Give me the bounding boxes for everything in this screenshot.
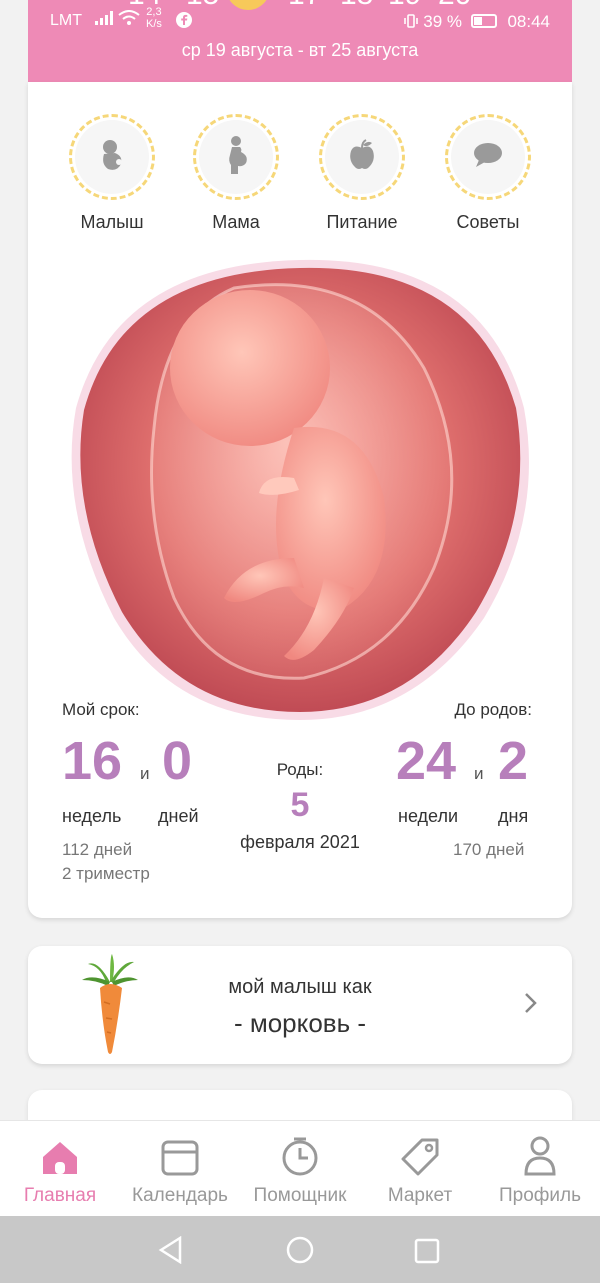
until-days-unit: дня [498, 806, 529, 826]
home-icon [41, 1140, 79, 1181]
nav-market[interactable]: Маркет [360, 1121, 480, 1217]
category-nutrition-label: Питание [326, 212, 398, 232]
date-range: ср 19 августа - вт 25 августа [181, 40, 419, 60]
due-label: Роды: [276, 760, 324, 779]
size-line1: мой малыш как [228, 976, 372, 998]
home-circle-icon[interactable] [286, 1236, 314, 1269]
category-baby[interactable]: Малыш [62, 114, 162, 233]
net-speed-value: 2,3 [146, 6, 162, 18]
category-baby-label: Малыш [80, 212, 144, 232]
nav-profile[interactable]: Профиль [480, 1121, 600, 1217]
nav-helper[interactable]: Помощник [240, 1121, 360, 1217]
chevron-right-icon [524, 992, 538, 1019]
week-strip[interactable]: 14 15 16 17 18 19 20 [28, 0, 572, 11]
chat-bubble-icon [473, 142, 503, 173]
nav-helper-label: Помощник [253, 1185, 347, 1206]
facebook-icon [176, 12, 192, 33]
clock: 08:44 [507, 12, 550, 31]
category-nutrition[interactable]: Питание [312, 114, 412, 233]
tag-icon [400, 1138, 440, 1181]
baby-size-card[interactable]: мой малыш как - морковь - [28, 946, 572, 1064]
category-tips-label: Советы [456, 212, 520, 232]
until-weeks: 24 [396, 731, 457, 791]
until-days: 2 [498, 731, 529, 791]
until-and: и [474, 764, 484, 783]
battery-percent: 39 % [423, 12, 462, 31]
until-total-days: 170 дней [453, 840, 525, 859]
top-header: 14 15 16 17 18 19 20 LMT 2,3 K/s 39 % 08… [28, 0, 572, 82]
nav-home-label: Главная [23, 1185, 97, 1206]
nav-market-label: Маркет [387, 1185, 453, 1206]
recents-icon[interactable] [414, 1238, 440, 1269]
fetus-illustration[interactable] [64, 258, 536, 724]
carrier-label: LMT [50, 12, 82, 29]
category-mom[interactable]: Мама [186, 114, 286, 233]
category-mom-label: Мама [212, 212, 260, 232]
until-weeks-unit: недели [398, 806, 459, 826]
until-label: До родов: [454, 700, 532, 719]
term-label: Мой срок: [62, 700, 140, 719]
wifi-icon [118, 10, 140, 31]
net-speed: 2,3 K/s [146, 6, 162, 30]
pregnant-mom-icon [222, 135, 250, 180]
timer-icon [281, 1136, 319, 1181]
bottom-nav: Главная Календарь Помощник Маркет Профил… [0, 1120, 600, 1216]
nav-calendar-label: Календарь [132, 1185, 228, 1206]
nav-calendar[interactable]: Календарь [120, 1121, 240, 1217]
battery-icon [470, 14, 497, 28]
baby-icon [97, 138, 127, 177]
due-day: 5 [290, 786, 310, 824]
system-nav-bar [0, 1216, 600, 1283]
status-right: 39 % 08:44 [403, 12, 550, 32]
back-icon[interactable] [158, 1235, 184, 1269]
category-tips[interactable]: Советы [438, 114, 538, 233]
size-line2: - морковь - [233, 1008, 367, 1038]
trimester: 2 триместр [62, 864, 150, 883]
nav-profile-label: Профиль [498, 1185, 582, 1206]
apple-icon [348, 138, 376, 176]
signal-icon [94, 10, 114, 31]
profile-icon [523, 1136, 557, 1181]
vibrate-icon [403, 12, 424, 31]
week-current[interactable]: 16 [226, 0, 270, 10]
pregnancy-card: Малыш Мама Питание Советы Мой срок: До р… [28, 82, 572, 918]
status-bar: LMT 2,3 K/s 39 % 08:44 [28, 6, 572, 36]
calendar-icon [161, 1140, 199, 1181]
nav-home[interactable]: Главная [0, 1121, 120, 1217]
net-speed-unit: K/s [146, 18, 162, 30]
